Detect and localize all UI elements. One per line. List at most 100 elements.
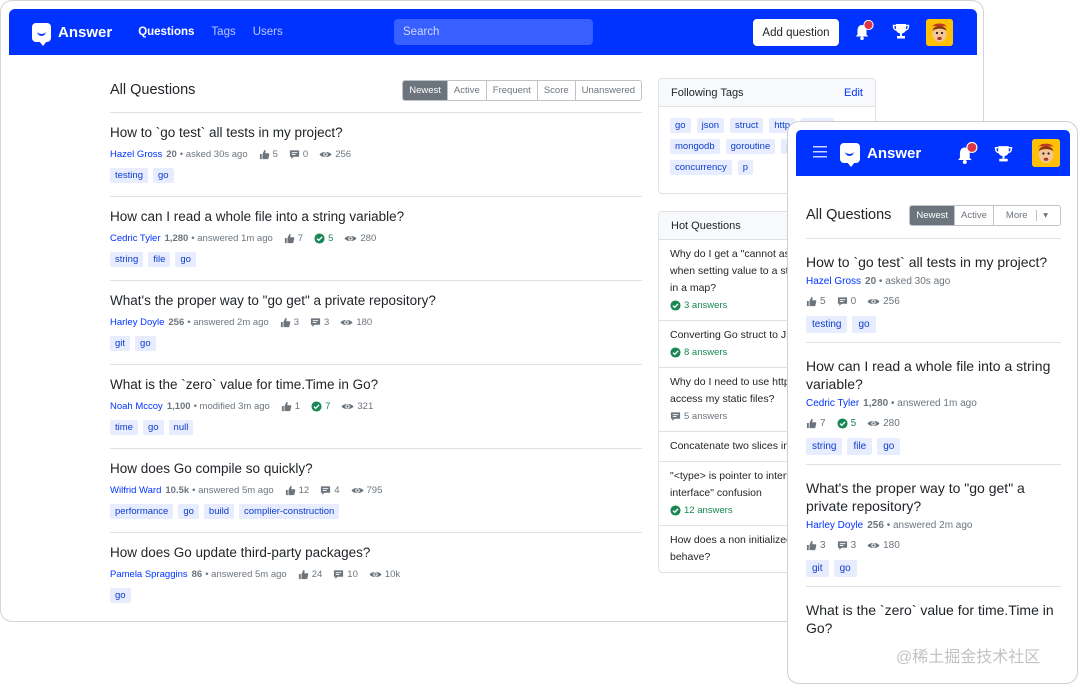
question-tags: git go — [806, 560, 1061, 577]
tag-chip[interactable]: go — [153, 168, 174, 183]
tab-unanswered[interactable]: Unanswered — [574, 80, 641, 100]
author-link[interactable]: Hazel Gross — [806, 276, 861, 287]
votes-count: 12 — [298, 484, 310, 496]
tag-chip[interactable]: git — [806, 560, 829, 577]
votes-stat: 5 — [259, 149, 278, 160]
nav-tags[interactable]: Tags — [211, 26, 235, 38]
author-link[interactable]: Harley Doyle — [806, 520, 863, 531]
answer-count-icon — [334, 569, 344, 579]
following-tag-chip[interactable]: struct — [730, 118, 764, 133]
trophy-icon[interactable] — [994, 144, 1013, 163]
tag-chip[interactable]: null — [168, 420, 194, 435]
author-link[interactable]: Noah Mccoy — [110, 401, 163, 412]
activity-time: • answered 2m ago — [187, 316, 269, 328]
question-title-link[interactable]: What's the proper way to "go get" a priv… — [110, 293, 642, 309]
notification-bell-icon[interactable] — [853, 20, 875, 42]
question-title-link[interactable]: How to `go test` all tests in my project… — [806, 253, 1061, 271]
author-link[interactable]: Wilfrid Ward — [110, 485, 161, 496]
answers-stat: 5 — [314, 233, 333, 244]
views-stat: 795 — [351, 485, 382, 496]
question-title-link[interactable]: What's the proper way to "go get" a priv… — [806, 479, 1061, 515]
tag-chip[interactable]: file — [847, 438, 873, 455]
tag-chip[interactable]: go — [178, 504, 199, 519]
tab-newest[interactable]: Newest — [910, 205, 955, 225]
author-link[interactable]: Harley Doyle — [110, 317, 164, 328]
tab-active[interactable]: Active — [446, 80, 486, 100]
tag-chip[interactable]: go — [877, 438, 901, 455]
following-tag-chip[interactable]: mongodb — [670, 139, 720, 154]
author-reputation: 1,280 — [164, 232, 189, 244]
user-avatar[interactable] — [926, 19, 953, 46]
tag-chip[interactable]: go — [135, 336, 156, 351]
hot-answer-count: 8 answers — [684, 347, 728, 358]
tag-chip[interactable]: string — [806, 438, 843, 455]
question-title-link[interactable]: How can I read a whole file into a strin… — [110, 209, 642, 225]
accepted-answer-icon — [670, 347, 681, 358]
question-title-link[interactable]: What is the `zero` value for time.Time i… — [806, 601, 1061, 637]
nav-questions[interactable]: Questions — [138, 26, 194, 38]
question-meta: Harley Doyle 256 • answered 2m ago 3 3 180 — [110, 316, 642, 328]
activity-time: • answered 1m ago — [191, 232, 273, 244]
mobile-brand[interactable]: Answer — [840, 143, 921, 167]
votes-stat: 3 — [280, 317, 299, 328]
following-tag-chip[interactable]: goroutine — [725, 139, 776, 154]
user-avatar[interactable] — [1032, 139, 1060, 167]
author-link[interactable]: Cedric Tyler — [806, 398, 859, 409]
question-list: How to `go test` all tests in my project… — [110, 113, 642, 617]
following-tag-chip[interactable]: json — [696, 118, 725, 133]
hot-answer-count: 12 answers — [684, 505, 733, 516]
add-question-button[interactable]: Add question — [753, 19, 839, 46]
search-input[interactable] — [394, 19, 593, 45]
tag-chip[interactable]: go — [833, 560, 857, 577]
tag-chip[interactable]: testing — [110, 168, 148, 183]
votes-count: 24 — [311, 568, 323, 580]
tag-chip[interactable]: performance — [110, 504, 174, 519]
question-title-link[interactable]: What is the `zero` value for time.Time i… — [110, 377, 642, 393]
question-stats: 5 0 256 — [806, 296, 1061, 307]
tag-chip[interactable]: complier-construction — [239, 504, 340, 519]
notification-bell-icon[interactable] — [955, 142, 979, 166]
author-link[interactable]: Pamela Spraggins — [110, 569, 188, 580]
accepted-answer-icon — [314, 232, 325, 244]
nav-users[interactable]: Users — [253, 26, 283, 38]
author-link[interactable]: Cedric Tyler — [110, 233, 161, 244]
tab-active[interactable]: Active — [954, 205, 993, 225]
tag-chip[interactable]: go — [175, 252, 196, 267]
tab-frequent[interactable]: Frequent — [485, 80, 537, 100]
tab-newest[interactable]: Newest — [403, 80, 447, 100]
following-tag-chip[interactable]: p — [737, 160, 754, 175]
tab-more[interactable]: More ▾ — [992, 205, 1060, 225]
question-meta: Pamela Spraggins 86 • answered 5m ago 24 10 1… — [110, 568, 642, 580]
hamburger-menu-icon[interactable] — [813, 146, 827, 158]
question-title-link[interactable]: How can I read a whole file into a strin… — [806, 357, 1061, 393]
question-title-link[interactable]: How to `go test` all tests in my project… — [110, 125, 642, 141]
brand[interactable]: Answer — [32, 22, 112, 46]
page-title: All Questions — [806, 207, 892, 223]
tag-chip[interactable]: string — [110, 252, 144, 267]
edit-following-link[interactable]: Edit — [844, 87, 863, 99]
tag-chip[interactable]: build — [203, 504, 234, 519]
views-count: 280 — [883, 418, 900, 429]
votes-count: 7 — [820, 418, 826, 429]
question-title-link[interactable]: How does Go update third-party packages? — [110, 545, 642, 561]
tag-chip[interactable]: go — [852, 316, 876, 333]
accepted-answer-icon — [837, 418, 848, 429]
tag-chip[interactable]: go — [110, 588, 131, 603]
question-title-link[interactable]: How does Go compile so quickly? — [110, 461, 642, 477]
question-item: What is the `zero` value for time.Time i… — [110, 365, 642, 449]
question-tags: git go — [110, 336, 642, 351]
tag-chip[interactable]: git — [110, 336, 131, 351]
tag-chip[interactable]: time — [110, 420, 138, 435]
answers-stat: 0 — [837, 296, 856, 307]
question-meta: Harley Doyle 256 • answered 2m ago — [806, 520, 1061, 531]
following-tag-chip[interactable]: concurrency — [670, 160, 732, 175]
author-reputation: 86 — [191, 568, 203, 580]
trophy-icon[interactable] — [892, 22, 910, 40]
views-stat: 280 — [867, 418, 900, 429]
following-tag-chip[interactable]: go — [670, 118, 691, 133]
tab-score[interactable]: Score — [536, 80, 575, 100]
tag-chip[interactable]: file — [148, 252, 171, 267]
tag-chip[interactable]: go — [142, 420, 164, 435]
author-link[interactable]: Hazel Gross — [110, 149, 162, 160]
tag-chip[interactable]: testing — [806, 316, 848, 333]
